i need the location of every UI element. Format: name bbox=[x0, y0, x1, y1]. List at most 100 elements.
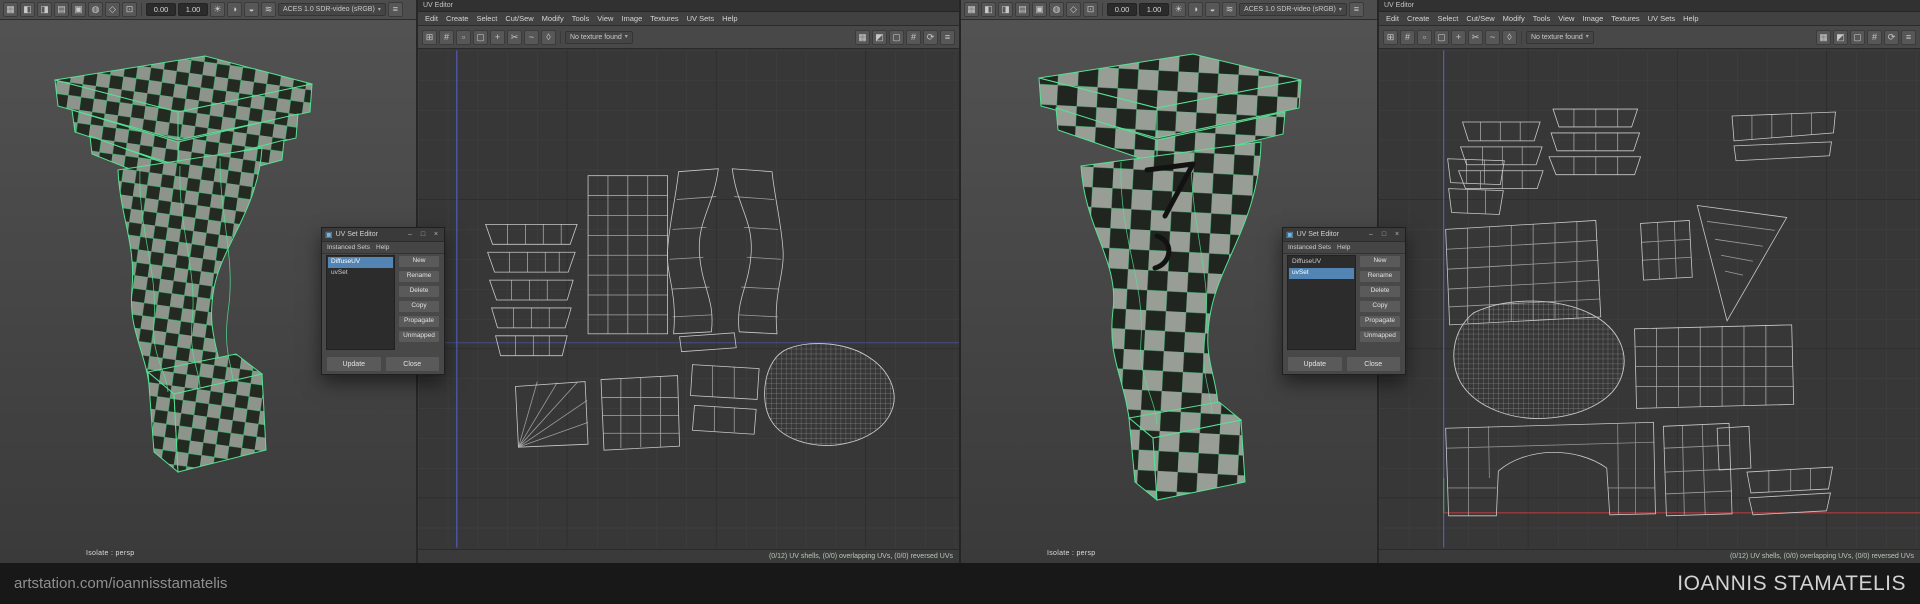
button-new[interactable]: New bbox=[398, 255, 440, 268]
cut-uv-icon[interactable]: ✂ bbox=[507, 29, 522, 45]
menu-tools[interactable]: Tools bbox=[1529, 12, 1555, 25]
image-plane-icon[interactable]: ▣ bbox=[1032, 2, 1047, 17]
select-camera-icon[interactable]: ▦ bbox=[3, 2, 18, 17]
button-delete[interactable]: Delete bbox=[1359, 285, 1401, 298]
film-gate-icon[interactable]: ⊡ bbox=[122, 2, 137, 17]
close-footer-button[interactable]: Close bbox=[384, 356, 440, 372]
pixel-snap-icon[interactable]: ▫ bbox=[1417, 29, 1432, 45]
close-button[interactable]: × bbox=[431, 231, 441, 238]
button-new[interactable]: New bbox=[1359, 255, 1401, 268]
uv-set-uvset[interactable]: uvSet bbox=[328, 268, 393, 279]
distortion-display-icon[interactable]: ◩ bbox=[872, 29, 887, 45]
maximize-button[interactable]: □ bbox=[418, 231, 428, 238]
maximize-button[interactable]: □ bbox=[1379, 231, 1389, 238]
close-button[interactable]: × bbox=[1392, 231, 1402, 238]
move-uv-icon[interactable]: + bbox=[490, 29, 505, 45]
menu-image[interactable]: Image bbox=[1578, 12, 1607, 25]
image-plane-icon[interactable]: ▣ bbox=[71, 2, 86, 17]
shadows-icon[interactable]: ◑ bbox=[1188, 2, 1203, 17]
button-delete[interactable]: Delete bbox=[398, 285, 440, 298]
menu-uv-sets[interactable]: UV Sets bbox=[683, 12, 719, 25]
texture-selector-dropdown[interactable]: No texture found ▾ bbox=[565, 30, 633, 44]
button-propagate[interactable]: Propagate bbox=[398, 315, 440, 328]
select-camera-icon[interactable]: ▦ bbox=[964, 2, 979, 17]
menu-select[interactable]: Select bbox=[472, 12, 501, 25]
button-unmapped[interactable]: Unmapped bbox=[1359, 330, 1401, 343]
renderer-menu-icon[interactable]: ≡ bbox=[387, 2, 403, 17]
move-uv-icon[interactable]: + bbox=[1451, 29, 1466, 45]
sew-uv-icon[interactable]: ~ bbox=[1485, 29, 1500, 45]
menu-edit[interactable]: Edit bbox=[421, 12, 442, 25]
menu-uv-sets[interactable]: UV Sets bbox=[1644, 12, 1680, 25]
minimize-button[interactable]: – bbox=[405, 231, 415, 238]
menu-help[interactable]: Help bbox=[1679, 12, 1702, 25]
renderer-menu-icon[interactable]: ≡ bbox=[1348, 2, 1364, 17]
button-copy[interactable]: Copy bbox=[398, 300, 440, 313]
refresh-icon[interactable]: ⟳ bbox=[923, 29, 938, 45]
uv-shells-left[interactable] bbox=[418, 49, 959, 549]
menu-edit[interactable]: Edit bbox=[1382, 12, 1403, 25]
menu-help[interactable]: Help bbox=[718, 12, 741, 25]
menu-textures[interactable]: Textures bbox=[1607, 12, 1643, 25]
uv-set-editor-titlebar[interactable]: ▣ UV Set Editor – □ × bbox=[322, 228, 444, 242]
pixel-snap-icon[interactable]: ▫ bbox=[456, 29, 471, 45]
menu-modify[interactable]: Modify bbox=[538, 12, 568, 25]
uv-shell-crumpled[interactable] bbox=[1453, 300, 1625, 419]
editor-options-icon[interactable]: ≡ bbox=[1901, 29, 1916, 45]
refresh-icon[interactable]: ⟳ bbox=[1884, 29, 1899, 45]
texture-borders-icon[interactable]: ▢ bbox=[1850, 29, 1865, 45]
motion-blur-icon[interactable]: ≋ bbox=[261, 2, 276, 17]
grease-pencil-icon[interactable]: ◇ bbox=[1066, 2, 1081, 17]
menu-view[interactable]: View bbox=[593, 12, 617, 25]
cut-uv-icon[interactable]: ✂ bbox=[1468, 29, 1483, 45]
menu-instanced-sets[interactable]: Instanced Sets bbox=[1288, 244, 1331, 251]
distortion-display-icon[interactable]: ◩ bbox=[1833, 29, 1848, 45]
motion-blur-icon[interactable]: ≋ bbox=[1222, 2, 1237, 17]
exposure-field[interactable]: 0.00 bbox=[146, 2, 176, 17]
menu-image[interactable]: Image bbox=[617, 12, 646, 25]
close-footer-button[interactable]: Close bbox=[1345, 356, 1401, 372]
button-rename[interactable]: Rename bbox=[1359, 270, 1401, 283]
menu-cut-sew[interactable]: Cut/Sew bbox=[501, 12, 537, 25]
exposure-field[interactable]: 0.00 bbox=[1107, 2, 1137, 17]
uv-set-diffuseuv[interactable]: DiffuseUV bbox=[1289, 257, 1354, 268]
ambient-occlusion-icon[interactable]: ◒ bbox=[244, 2, 259, 17]
colorspace-dropdown[interactable]: ACES 1.0 SDR-video (sRGB) ▾ bbox=[278, 3, 386, 16]
editor-options-icon[interactable]: ≡ bbox=[940, 29, 955, 45]
menu-tools[interactable]: Tools bbox=[568, 12, 594, 25]
checker-map-icon[interactable]: ▦ bbox=[1816, 29, 1831, 45]
uv-editor-title[interactable]: UV Editor bbox=[418, 0, 959, 12]
menu-modify[interactable]: Modify bbox=[1499, 12, 1529, 25]
lock-camera-icon[interactable]: ◧ bbox=[981, 2, 996, 17]
colorspace-dropdown[interactable]: ACES 1.0 SDR-video (sRGB) ▾ bbox=[1239, 3, 1347, 16]
menu-textures[interactable]: Textures bbox=[646, 12, 682, 25]
texture-borders-icon[interactable]: ▢ bbox=[889, 29, 904, 45]
button-propagate[interactable]: Propagate bbox=[1359, 315, 1401, 328]
menu-view[interactable]: View bbox=[1554, 12, 1578, 25]
uv-set-uvset[interactable]: uvSet bbox=[1289, 268, 1354, 279]
lighting-icon[interactable]: ☀ bbox=[1171, 2, 1186, 17]
menu-help[interactable]: Help bbox=[376, 244, 389, 251]
uv-canvas[interactable] bbox=[1379, 49, 1920, 549]
menu-select[interactable]: Select bbox=[1433, 12, 1462, 25]
camera-settings-icon[interactable]: ◨ bbox=[998, 2, 1013, 17]
menu-cut-sew[interactable]: Cut/Sew bbox=[1462, 12, 1498, 25]
grease-pencil-icon[interactable]: ◇ bbox=[105, 2, 120, 17]
update-button[interactable]: Update bbox=[1287, 356, 1343, 372]
button-unmapped[interactable]: Unmapped bbox=[398, 330, 440, 343]
menu-create[interactable]: Create bbox=[1403, 12, 1434, 25]
grid-numbers-icon[interactable]: # bbox=[1867, 29, 1882, 45]
minimize-button[interactable]: – bbox=[1366, 231, 1376, 238]
grid-numbers-icon[interactable]: # bbox=[906, 29, 921, 45]
uv-canvas[interactable] bbox=[418, 49, 959, 549]
shell-select-icon[interactable]: ▢ bbox=[473, 29, 488, 45]
two-d-pan-zoom-icon[interactable]: ◍ bbox=[1049, 2, 1064, 17]
lock-camera-icon[interactable]: ◧ bbox=[20, 2, 35, 17]
button-copy[interactable]: Copy bbox=[1359, 300, 1401, 313]
snap-to-grid-icon[interactable]: # bbox=[439, 29, 454, 45]
texture-selector-dropdown[interactable]: No texture found ▾ bbox=[1526, 30, 1594, 44]
gamma-field[interactable]: 1.00 bbox=[178, 2, 208, 17]
uv-editor-title[interactable]: UV Editor bbox=[1379, 0, 1920, 12]
uv-shells-right[interactable] bbox=[1379, 49, 1920, 549]
shell-select-icon[interactable]: ▢ bbox=[1434, 29, 1449, 45]
